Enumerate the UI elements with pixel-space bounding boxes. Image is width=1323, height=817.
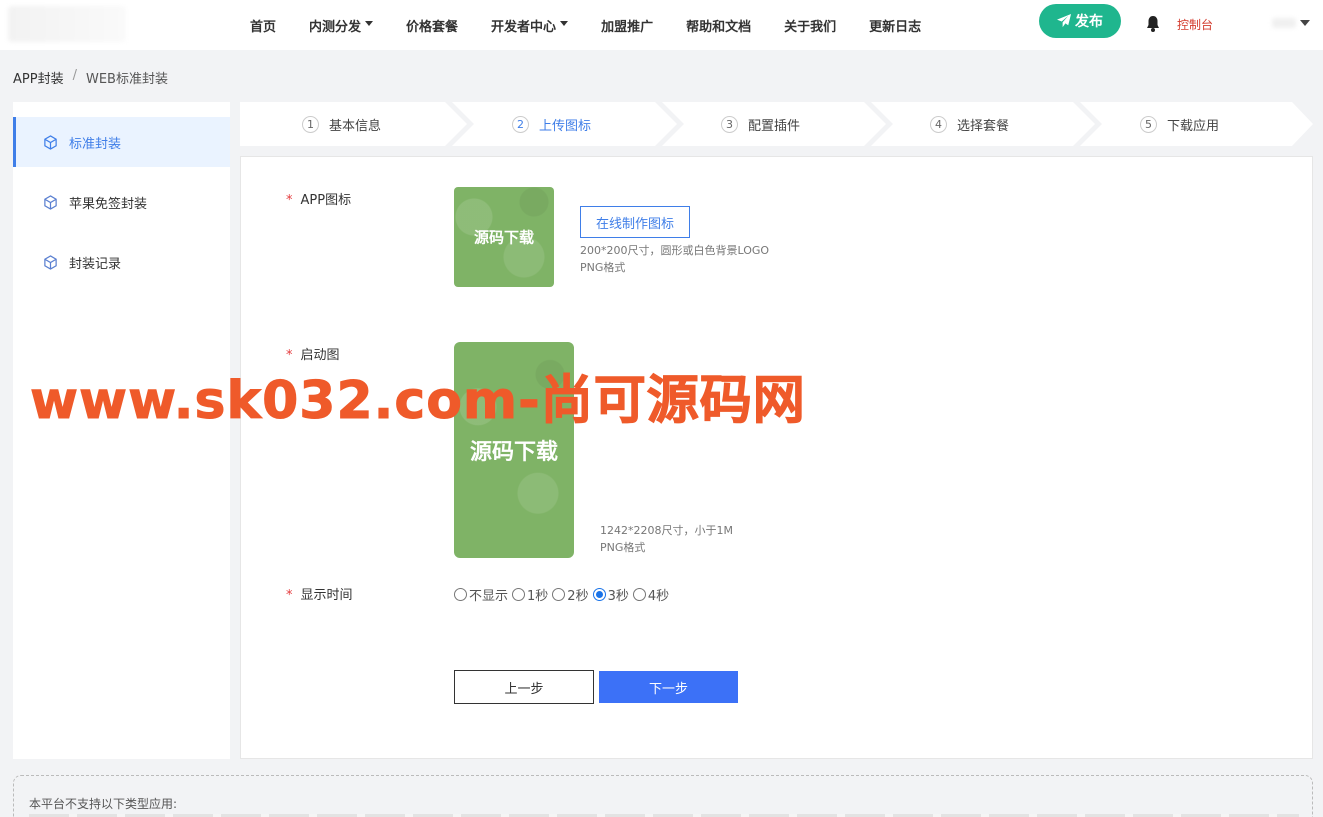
nav-label: 价格套餐 [406,19,459,35]
step-label: 下载应用 [1167,118,1220,134]
required-mark: * [286,588,293,603]
step-choose-plan[interactable]: 4 选择套餐 [930,102,1009,146]
user-avatar[interactable] [1272,18,1296,28]
app-icon-hint: 200*200尺寸，圆形或白色背景LOGO PNG格式 [580,242,769,276]
radio-no-display[interactable]: 不显示 [454,585,508,604]
sidebar-item-apple-free-sign[interactable]: 苹果免签封装 [13,177,230,227]
step-number: 4 [930,115,947,133]
nav-label: 内测分发 [309,19,362,35]
sidebar-item-package-records[interactable]: 封装记录 [13,237,230,287]
nav-beta-distribution[interactable]: 内测分发 [309,16,374,35]
app-icon-upload[interactable]: 源码下载 [454,187,554,287]
nav-home[interactable]: 首页 [250,16,276,35]
breadcrumb-current: WEB标准封装 [85,72,168,87]
cube-icon [44,194,57,210]
previous-step-button[interactable]: 上一步 [454,670,594,704]
unsupported-apps-notice: 本平台不支持以下类型应用: [13,775,1313,817]
top-header: 首页 内测分发 价格套餐 开发者中心 加盟推广 帮助和文档 关于我们 更新日志 … [0,0,1323,50]
nav-pricing[interactable]: 价格套餐 [406,16,458,35]
nav-label: 更新日志 [869,19,922,35]
radio-2s[interactable]: 2秒 [552,585,589,604]
nav-developer-center[interactable]: 开发者中心 [491,16,569,35]
publish-button[interactable]: 发布 [1039,4,1121,38]
radio-label: 3秒 [607,589,629,604]
breadcrumb-separator: / [72,68,77,83]
splash-hint: 1242*2208尺寸，小于1M PNG格式 [600,522,733,556]
sidebar-item-label: 标准封装 [69,136,122,152]
radio-label: 2秒 [567,589,589,604]
chevron-down-icon [365,20,374,26]
console-link[interactable]: 控制台 [1177,16,1213,33]
main-nav: 首页 内测分发 价格套餐 开发者中心 加盟推广 帮助和文档 关于我们 更新日志 [250,0,954,50]
sidebar-item-label: 封装记录 [69,256,122,272]
nav-label: 关于我们 [784,19,837,35]
required-mark: * [286,193,293,208]
step-number: 2 [512,115,529,133]
step-label: 基本信息 [329,118,382,134]
radio-circle[interactable] [592,588,606,601]
progress-steps: 1 基本信息 2 上传图标 3 配置插件 4 选择套餐 5 下载应用 [240,102,1313,146]
nav-label: 首页 [250,19,277,35]
nav-help-docs[interactable]: 帮助和文档 [686,16,751,35]
radio-label: 4秒 [647,589,670,604]
step-configure-plugins[interactable]: 3 配置插件 [721,102,800,146]
radio-circle[interactable] [632,588,646,601]
field-label: 显示时间 [300,588,353,603]
watermark-text: www.sk032.com-尚可源码网 [30,371,806,432]
step-label: 上传图标 [539,118,592,134]
radio-1s[interactable]: 1秒 [512,585,548,604]
radio-label: 不显示 [469,589,509,604]
radio-circle[interactable] [552,588,566,601]
step-upload-icon[interactable]: 2 上传图标 [512,102,591,146]
sidebar-item-label: 苹果免签封装 [69,196,148,212]
display-time-radio-group: 不显示 1秒 2秒 3秒 4秒 [454,585,673,604]
sidebar-item-standard-package[interactable]: 标准封装 [13,117,230,167]
notice-title: 本平台不支持以下类型应用: [29,797,178,811]
app-icon-preview-text: 源码下载 [473,228,534,247]
bell-icon[interactable] [1145,15,1161,33]
radio-4s[interactable]: 4秒 [632,585,670,604]
nav-label: 加盟推广 [601,19,654,35]
hint-line: PNG格式 [580,261,626,274]
nav-about[interactable]: 关于我们 [784,16,836,35]
step-number: 1 [302,115,319,133]
cube-icon [44,134,57,150]
step-label: 选择套餐 [957,118,1010,134]
publish-label: 发布 [1075,14,1103,30]
radio-label: 1秒 [527,589,549,604]
hint-line: 200*200尺寸，圆形或白色背景LOGO [580,244,770,257]
step-basic-info[interactable]: 1 基本信息 [302,102,381,146]
upload-form-card: * APP图标 源码下载 在线制作图标 200*200尺寸，圆形或白色背景LOGO… [240,156,1313,759]
step-label: 配置插件 [748,118,801,134]
step-number: 3 [721,115,738,133]
send-icon [1057,14,1072,28]
chevron-down-icon [560,20,569,26]
breadcrumb: APP封装 / WEB标准封装 [13,68,168,87]
radio-3s[interactable]: 3秒 [592,585,629,604]
site-logo[interactable] [8,6,126,42]
step-download-app[interactable]: 5 下载应用 [1140,102,1219,146]
radio-circle[interactable] [512,588,526,601]
breadcrumb-root[interactable]: APP封装 [13,68,64,87]
hint-line: PNG格式 [600,541,646,554]
field-label: APP图标 [300,193,352,208]
chevron-down-icon[interactable] [1300,20,1310,26]
nav-affiliate[interactable]: 加盟推广 [601,16,653,35]
cube-icon [44,254,57,270]
nav-changelog[interactable]: 更新日志 [869,16,921,35]
display-time-label: * 显示时间 [286,584,353,603]
nav-label: 帮助和文档 [686,19,752,35]
nav-label: 开发者中心 [491,19,557,35]
splash-preview-text: 源码下载 [469,440,558,465]
step-number: 5 [1140,115,1157,133]
hint-line: 1242*2208尺寸，小于1M [600,524,733,537]
radio-circle[interactable] [454,588,467,601]
app-icon-label: * APP图标 [286,189,351,208]
next-step-button[interactable]: 下一步 [599,671,738,703]
make-icon-online-button[interactable]: 在线制作图标 [580,206,690,238]
